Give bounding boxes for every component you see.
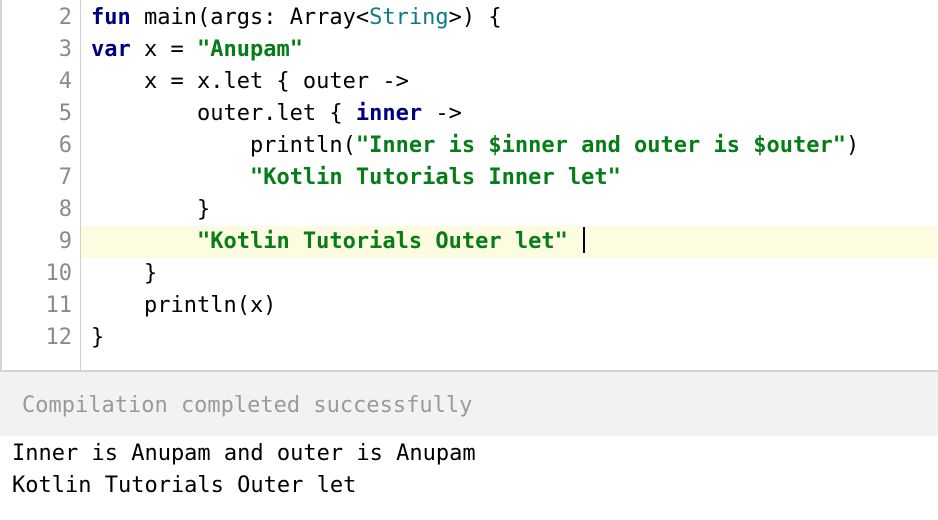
code-line[interactable]: }: [81, 322, 938, 354]
editor-left-border: [0, 0, 2, 372]
code-token: var: [91, 37, 131, 62]
line-number: 6: [58, 133, 72, 158]
code-line[interactable]: }: [81, 258, 938, 290]
code-token: ): [845, 133, 860, 158]
code-token: println(x): [91, 293, 277, 318]
line-number: 11: [45, 293, 73, 318]
line-number: 2: [58, 5, 72, 30]
code-line-text: fun main(args: Array<String>) {: [91, 2, 502, 34]
code-line-text: var x = "Anupam": [91, 34, 303, 66]
code-token: ->: [422, 101, 462, 126]
code-line-text: println(x): [91, 290, 276, 322]
code-token: >) {: [448, 5, 502, 30]
code-line-text: x = x.let { outer ->: [91, 66, 409, 98]
code-line[interactable]: outer.let { inner ->: [81, 98, 938, 130]
code-token: "Anupam": [196, 37, 303, 62]
code-line[interactable]: println("Inner is $inner and outer is $o…: [81, 130, 938, 162]
code-line-text: }: [91, 322, 104, 354]
code-token: "Kotlin Tutorials Outer let": [196, 229, 568, 254]
kotlin-playground: 2 3 4 5 6 7 8 9 10 11 12 fun main(args: Array<Stri…: [0, 0, 938, 520]
code-line[interactable]: println(x): [81, 290, 938, 322]
code-line-text: outer.let { inner ->: [91, 98, 462, 130]
code-token: }: [91, 325, 105, 350]
line-number: 12: [45, 325, 73, 350]
code-token: }: [91, 197, 211, 222]
line-number: 8: [58, 197, 72, 222]
code-token: println(: [91, 133, 356, 158]
text-cursor: [583, 227, 586, 253]
code-token: "Inner is $inner and outer is $outer": [355, 133, 846, 158]
code-token: x =: [130, 37, 197, 62]
line-number: 9: [58, 229, 72, 254]
code-token: x = x.let { outer ->: [91, 69, 409, 94]
output-line-2: Kotlin Tutorials Outer let: [12, 473, 357, 498]
code-token: fun: [91, 5, 131, 30]
code-line[interactable]: x = x.let { outer ->: [81, 66, 938, 98]
code-line[interactable]: var x = "Anupam": [81, 34, 938, 66]
program-output: Inner is Anupam and outer is Anupam Kotl…: [0, 436, 938, 520]
line-number: 5: [58, 101, 72, 126]
code-line[interactable]: }: [81, 194, 938, 226]
line-number: 3: [58, 37, 72, 62]
code-token: inner: [355, 101, 423, 126]
code-line-text: println("Inner is $inner and outer is $o…: [91, 130, 859, 162]
code-line-text: "Kotlin Tutorials Outer let": [91, 226, 586, 258]
code-line-text: "Kotlin Tutorials Inner let": [91, 162, 621, 194]
code-line[interactable]: "Kotlin Tutorials Inner let": [81, 162, 938, 194]
line-number-gutter: 2 3 4 5 6 7 8 9 10 11 12: [2, 0, 80, 370]
compilation-status-message: Compilation completed successfully: [22, 393, 473, 418]
output-line-1: Inner is Anupam and outer is Anupam: [12, 441, 476, 466]
line-number: 4: [58, 69, 72, 94]
code-token: main(args: Array<: [130, 5, 370, 30]
code-line[interactable]: fun main(args: Array<String>) {: [81, 2, 938, 34]
code-line-current[interactable]: "Kotlin Tutorials Outer let": [81, 226, 938, 258]
code-editor[interactable]: 2 3 4 5 6 7 8 9 10 11 12 fun main(args: Array<Stri…: [0, 0, 938, 370]
line-number: 10: [45, 261, 73, 286]
code-line-text: }: [91, 194, 210, 226]
code-token: outer.let {: [91, 101, 356, 126]
code-token: String: [369, 5, 449, 30]
line-number: 7: [58, 165, 72, 190]
code-token: "Kotlin Tutorials Inner let": [249, 165, 621, 190]
compilation-status-bar: Compilation completed successfully: [0, 372, 938, 436]
code-line-text: }: [91, 258, 157, 290]
code-token: }: [91, 261, 158, 286]
